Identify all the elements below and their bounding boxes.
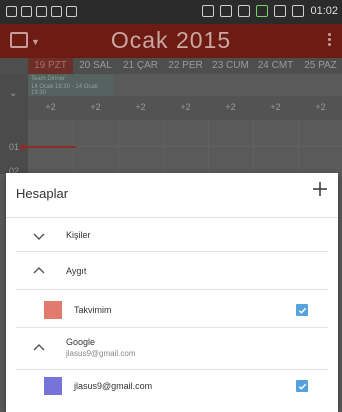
week-day-row: 19 PZT 20 SAL 21 ÇAR 22 PER 23 CUM 24 CM…	[0, 58, 342, 74]
notification-icons	[6, 6, 77, 17]
hour-label: 01	[9, 142, 20, 152]
day-header[interactable]: 19 PZT	[28, 58, 73, 74]
group-contacts[interactable]: Kişiler	[16, 221, 328, 251]
calendar-color-swatch[interactable]	[44, 301, 62, 319]
group-device[interactable]: Aygıt	[16, 257, 328, 287]
status-bar: 01:02	[0, 0, 342, 24]
group-label: Aygıt	[66, 266, 87, 276]
more-events-count[interactable]: +2	[73, 102, 118, 112]
file-notification-icon	[21, 6, 32, 17]
day-header[interactable]: 23 CUM	[208, 60, 253, 71]
divider	[16, 289, 328, 290]
calendar-color-swatch[interactable]	[44, 377, 62, 395]
more-events-count[interactable]: +2	[163, 102, 208, 112]
clock: 01:02	[310, 5, 338, 17]
calendar-visible-checkbox[interactable]	[296, 380, 308, 392]
chevron-down-icon	[32, 229, 46, 243]
wifi-icon	[238, 5, 251, 17]
more-events-count[interactable]: +2	[118, 102, 163, 112]
calendar-row-gmail[interactable]: jlasus9@gmail.com	[16, 371, 328, 405]
android-notification-icon	[66, 6, 77, 17]
more-events-count[interactable]: +2	[28, 102, 73, 112]
dialog-divider	[6, 217, 338, 218]
chat-notification-icon	[51, 6, 62, 17]
more-events-count[interactable]: +2	[253, 102, 298, 112]
check-icon	[298, 383, 306, 390]
signal-icon	[274, 5, 287, 17]
month-title[interactable]: Ocak 2015	[0, 27, 342, 54]
day-header[interactable]: 25 PAZ	[298, 60, 342, 71]
day-header[interactable]: 21 ÇAR	[118, 60, 163, 71]
plus-icon	[313, 182, 327, 196]
collapse-all-day-icon[interactable]: ⌄	[9, 88, 17, 99]
divider	[16, 327, 328, 328]
event-time: 14 Ocak 18:30 - 14 Ocak 19:30	[31, 84, 98, 96]
group-google[interactable]: Google jlasus9@gmail.com	[16, 331, 328, 367]
calendar-name: Takvimim	[74, 305, 112, 315]
vibrate-icon	[202, 5, 215, 17]
group-label: Google	[66, 337, 96, 347]
more-events-count[interactable]: +2	[208, 102, 253, 112]
event-title: Team Dinner	[31, 76, 66, 82]
more-events-row: +2 +2 +2 +2 +2 +2 +2	[28, 96, 342, 120]
divider	[16, 369, 328, 370]
all-day-event[interactable]: Team Dinner 14 Ocak 18:30 - 14 Ocak 19:3…	[28, 74, 114, 96]
divider	[16, 251, 328, 252]
calendar-header: ▼ Ocak 2015	[0, 24, 342, 58]
day-header[interactable]: 24 CMT	[253, 60, 298, 71]
group-label: Kişiler	[66, 230, 91, 240]
sim-icon	[256, 5, 269, 17]
chevron-up-icon	[32, 264, 46, 278]
battery-icon	[292, 5, 305, 17]
overflow-menu-icon[interactable]	[328, 33, 332, 46]
account-email: jlasus9@gmail.com	[66, 349, 136, 358]
chevron-up-icon	[32, 341, 46, 355]
dialog-title: Hesaplar	[16, 186, 69, 201]
mail-notification-icon	[36, 6, 47, 17]
system-icons: 01:02	[202, 5, 338, 17]
add-account-button[interactable]	[312, 179, 328, 201]
current-time-line	[20, 146, 76, 148]
accounts-dialog: Hesaplar Kişiler Aygıt Takvimim Google j…	[6, 173, 338, 412]
calendar-row-takvimim[interactable]: Takvimim	[16, 291, 328, 325]
day-header[interactable]: 20 SAL	[73, 60, 118, 71]
more-events-count[interactable]: +2	[298, 102, 342, 112]
day-header[interactable]: 22 PER	[163, 60, 208, 71]
mute-icon	[220, 5, 233, 17]
calendar-name: jlasus9@gmail.com	[74, 381, 153, 391]
time-gutter: ⌄	[0, 74, 28, 174]
check-icon	[298, 307, 306, 314]
gallery-notification-icon	[6, 6, 17, 17]
calendar-visible-checkbox[interactable]	[296, 304, 308, 316]
